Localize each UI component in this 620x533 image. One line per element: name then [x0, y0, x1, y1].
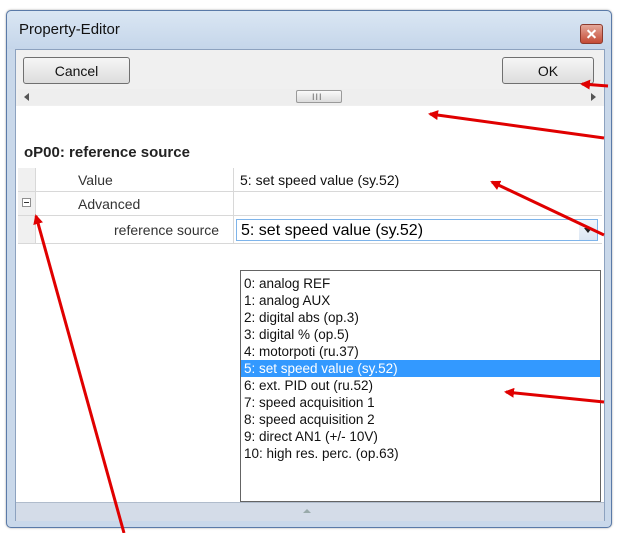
dropdown-option[interactable]: 9: direct AN1 (+/- 10V) — [241, 428, 600, 445]
category-row-advanced[interactable]: Advanced — [18, 192, 602, 216]
value-label: Value — [78, 172, 113, 188]
reference-source-dropdown-list[interactable]: 0: analog REF 1: analog AUX 2: digital a… — [240, 270, 601, 502]
window-title: Property-Editor — [19, 21, 120, 38]
dropdown-option[interactable]: 10: high res. perc. (op.63) — [241, 445, 600, 462]
editor-client-area: Cancel OK III oP00: reference source Val… — [15, 49, 605, 521]
dropdown-option[interactable]: 7: speed acquisition 1 — [241, 394, 600, 411]
horizontal-scrollbar[interactable]: III — [18, 89, 602, 105]
toolbar: Cancel OK III — [16, 50, 604, 106]
section-title: oP00: reference source — [24, 144, 190, 161]
category-value-cell — [234, 192, 602, 215]
row-gutter — [18, 192, 36, 215]
property-row-value[interactable]: Value 5: set speed value (sy.52) — [18, 168, 602, 192]
dropdown-option[interactable]: 0: analog REF — [241, 275, 600, 292]
dropdown-option[interactable]: 4: motorpoti (ru.37) — [241, 343, 600, 360]
scrollbar-thumb[interactable]: III — [296, 90, 342, 103]
dropdown-option[interactable]: 8: speed acquisition 2 — [241, 411, 600, 428]
close-icon[interactable] — [580, 24, 603, 44]
combobox-selected-text: 5: set speed value (sy.52) — [241, 222, 424, 239]
chevron-down-icon[interactable] — [579, 220, 597, 240]
property-name-cell: Value — [36, 168, 234, 191]
row-gutter — [18, 216, 36, 243]
reference-source-combobox[interactable]: 5: set speed value (sy.52) — [236, 219, 598, 241]
scrollbar-grip: III — [312, 92, 323, 102]
ok-button[interactable]: OK — [502, 57, 594, 84]
arrow-left-icon[interactable] — [24, 93, 29, 101]
reference-source-label: reference source — [114, 222, 220, 238]
collapse-minus-icon[interactable] — [22, 198, 31, 207]
dropdown-option[interactable]: 6: ext. PID out (ru.52) — [241, 377, 600, 394]
property-name-cell: reference source — [36, 216, 234, 243]
dropdown-option[interactable]: 2: digital abs (op.3) — [241, 309, 600, 326]
dropdown-option[interactable]: 1: analog AUX — [241, 292, 600, 309]
cancel-button[interactable]: Cancel — [23, 57, 130, 84]
title-bar[interactable]: Property-Editor — [7, 11, 611, 49]
dropdown-option-selected[interactable]: 5: set speed value (sy.52) — [241, 360, 600, 377]
arrow-right-icon[interactable] — [591, 93, 596, 101]
property-row-reference-source[interactable]: reference source 5: set speed value (sy.… — [18, 216, 602, 244]
category-name-cell: Advanced — [36, 192, 234, 215]
advanced-label: Advanced — [78, 196, 141, 212]
value-text: 5: set speed value (sy.52) — [240, 172, 400, 188]
property-value-cell[interactable]: 5: set speed value (sy.52) — [234, 168, 602, 191]
property-editor-window: Property-Editor Cancel OK III oP00: refe… — [6, 10, 612, 528]
bottom-resize-bar[interactable] — [16, 502, 604, 521]
row-gutter — [18, 168, 36, 191]
resize-grip-icon[interactable] — [303, 509, 311, 513]
dropdown-option[interactable]: 3: digital % (op.5) — [241, 326, 600, 343]
